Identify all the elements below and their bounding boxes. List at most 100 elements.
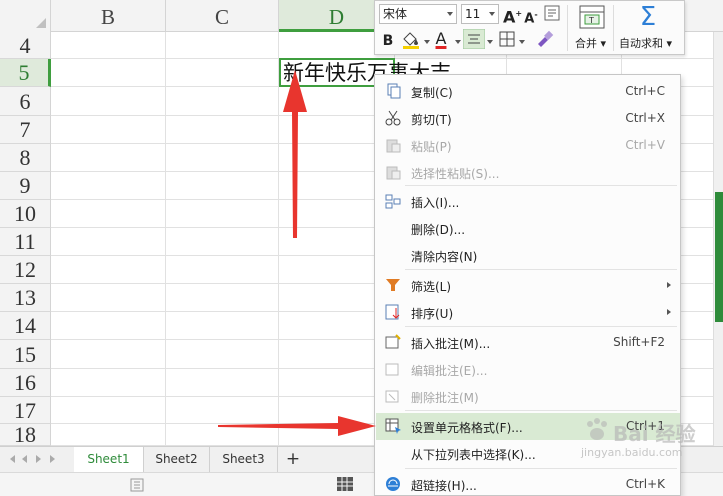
font-size-select[interactable]: 11: [461, 4, 499, 24]
font-color-icon[interactable]: A: [433, 29, 449, 49]
submenu-arrow-icon: [667, 282, 671, 288]
menu-item-label: 删除(D)...: [411, 223, 466, 237]
sheet-list-icon[interactable]: [130, 478, 144, 492]
menu-item-label: 剪切(T): [411, 113, 452, 127]
merge-label: 合并: [575, 37, 597, 50]
borders-icon[interactable]: [499, 31, 515, 47]
menu-item-8[interactable]: 排序(U): [376, 299, 680, 326]
menu-item-7[interactable]: 筛选(L): [376, 272, 680, 299]
bold-icon[interactable]: B: [381, 31, 395, 51]
menu-item-13[interactable]: 从下拉列表中选择(K)...: [376, 440, 680, 467]
row-header-17[interactable]: 17: [0, 397, 51, 424]
fill-color-icon[interactable]: [401, 30, 423, 50]
increase-font-icon[interactable]: A+: [503, 4, 522, 26]
column-header-b[interactable]: B: [51, 0, 166, 32]
select-all-triangle-icon: [36, 18, 46, 28]
row-header-4[interactable]: 4: [0, 32, 51, 59]
menu-item-label: 设置单元格格式(F)...: [411, 421, 523, 435]
menu-item-label: 选择性粘贴(S)...: [411, 167, 500, 181]
menu-item-9[interactable]: 插入批注(M)... Shift+F2: [376, 329, 680, 356]
select-all-corner[interactable]: [0, 0, 51, 32]
menu-separator: [405, 468, 677, 469]
menu-item-shortcut: Ctrl+K: [625, 477, 665, 491]
align-center-icon[interactable]: [463, 29, 485, 49]
autosum-label: 自动求和: [619, 37, 663, 50]
sort-icon: [385, 304, 400, 320]
scissors-icon: [385, 110, 401, 126]
menu-item-label: 清除内容(N): [411, 250, 478, 264]
menu-item-label: 插入批注(M)...: [411, 337, 491, 351]
row-header-12[interactable]: 12: [0, 256, 51, 284]
chevron-down-icon[interactable]: [424, 40, 430, 44]
menu-item-5[interactable]: 删除(D)...: [376, 215, 680, 242]
menu-item-2[interactable]: 粘贴(P) Ctrl+V: [376, 132, 680, 159]
chevron-down-icon: [447, 12, 453, 16]
next-sheet-icon[interactable]: [36, 455, 41, 463]
menu-item-label: 从下拉列表中选择(K)...: [411, 448, 536, 462]
format-painter-icon[interactable]: [536, 30, 554, 48]
copy-icon: [387, 83, 401, 99]
row-header-13[interactable]: 13: [0, 284, 51, 312]
clear-format-icon[interactable]: [544, 5, 560, 21]
chevron-down-icon[interactable]: [455, 40, 461, 44]
menu-item-shortcut: Ctrl+V: [625, 138, 665, 152]
row-header-7[interactable]: 7: [0, 116, 51, 144]
paste-icon: [386, 139, 401, 153]
row-header-6[interactable]: 6: [0, 87, 51, 116]
add-sheet-button[interactable]: +: [284, 448, 302, 470]
scrollbar-thumb[interactable]: [715, 192, 723, 322]
menu-item-label: 筛选(L): [411, 280, 452, 294]
menu-item-1[interactable]: 剪切(T) Ctrl+X: [376, 105, 680, 132]
font-size-value: 11: [465, 7, 481, 21]
row-header-18[interactable]: 18: [0, 424, 51, 446]
menu-item-label: 复制(C): [411, 86, 453, 100]
autosum-button[interactable]: 自动求和 ▾: [619, 35, 672, 51]
hyperlink-icon: [386, 477, 400, 491]
normal-view-icon[interactable]: [337, 477, 353, 491]
menu-item-14[interactable]: 超链接(H)... Ctrl+K: [376, 471, 680, 495]
menu-item-label: 插入(I)...: [411, 196, 460, 210]
menu-item-3[interactable]: 选择性粘贴(S)...: [376, 159, 680, 186]
font-name-select[interactable]: 宋体: [379, 4, 457, 24]
menu-item-6[interactable]: 清除内容(N): [376, 242, 680, 269]
tab-sheet1[interactable]: Sheet1: [74, 447, 144, 472]
sigma-icon[interactable]: Σ: [635, 2, 661, 32]
vertical-scrollbar[interactable]: [713, 32, 723, 446]
row-header-15[interactable]: 15: [0, 340, 51, 369]
context-menu: 复制(C) Ctrl+C 剪切(T) Ctrl+X 粘贴(P) Ctrl+V 选择性粘贴(S…: [374, 74, 681, 496]
prev-sheet-icon[interactable]: [22, 455, 27, 463]
merge-cells-icon[interactable]: T: [579, 5, 605, 29]
menu-item-shortcut: Ctrl+C: [625, 84, 665, 98]
row-header-11[interactable]: 11: [0, 228, 51, 256]
decrease-font-icon[interactable]: A-: [523, 5, 539, 26]
row-header-5[interactable]: 5: [0, 59, 51, 87]
chevron-down-icon[interactable]: [487, 40, 493, 44]
row-header-10[interactable]: 10: [0, 200, 51, 228]
menu-item-label: 编辑批注(E)...: [411, 364, 488, 378]
tab-sheet2[interactable]: Sheet2: [144, 447, 210, 472]
menu-item-11[interactable]: 删除批注(M): [376, 383, 680, 410]
tab-sheet3[interactable]: Sheet3: [210, 447, 278, 472]
row-header-14[interactable]: 14: [0, 312, 51, 340]
menu-separator: [405, 326, 677, 327]
column-header-c[interactable]: C: [166, 0, 279, 32]
menu-item-label: 粘贴(P): [411, 140, 452, 154]
insert-comment-icon: [385, 334, 401, 349]
svg-text:T: T: [588, 16, 594, 25]
menu-item-label: 排序(U): [411, 307, 454, 321]
edit-comment-icon: [385, 363, 399, 376]
row-header-9[interactable]: 9: [0, 172, 51, 200]
chevron-down-icon[interactable]: [519, 40, 525, 44]
row-header-16[interactable]: 16: [0, 369, 51, 397]
menu-item-shortcut: Ctrl+1: [625, 419, 665, 433]
menu-separator: [405, 269, 677, 270]
filter-icon: [386, 279, 400, 291]
merge-button[interactable]: 合并 ▾: [575, 35, 606, 51]
row-header-8[interactable]: 8: [0, 144, 51, 172]
menu-item-12[interactable]: 设置单元格格式(F)... Ctrl+1: [376, 413, 680, 440]
menu-item-0[interactable]: 复制(C) Ctrl+C: [376, 78, 680, 105]
last-sheet-icon[interactable]: [50, 455, 55, 463]
first-sheet-icon[interactable]: [10, 455, 15, 463]
menu-item-10[interactable]: 编辑批注(E)...: [376, 356, 680, 383]
menu-item-4[interactable]: 插入(I)...: [376, 188, 680, 215]
